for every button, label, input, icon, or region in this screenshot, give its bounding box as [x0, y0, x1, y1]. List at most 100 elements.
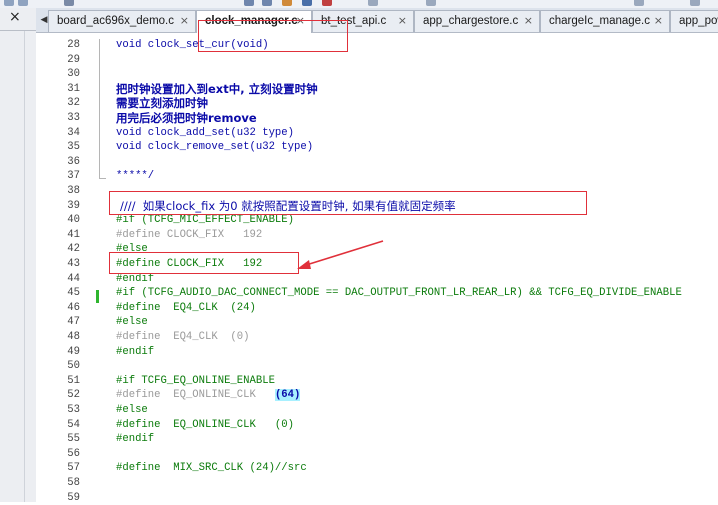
line-number: 37	[67, 170, 80, 183]
code-line[interactable]: 35 void clock_remove_set(u32 type)	[36, 140, 718, 155]
code-text-content: void clock_add_set(u32 type)	[116, 126, 295, 139]
code-text: #define EQ4_CLK (24)	[116, 301, 256, 316]
match-highlight: (64)	[274, 389, 301, 402]
code-text: #define MIX_SRC_CLK (24)//src	[116, 461, 307, 476]
line-number: 32	[67, 97, 80, 110]
code-line[interactable]: 37 *****/	[36, 169, 718, 184]
code-line[interactable]: 55 #endif	[36, 432, 718, 447]
tab-board-ac696x-demo[interactable]: board_ac696x_demo.c ×	[48, 10, 196, 32]
close-icon[interactable]: ×	[398, 11, 407, 31]
line-number: 47	[67, 316, 80, 329]
close-icon[interactable]: ×	[9, 10, 21, 24]
code-line[interactable]: 31 把时钟设置加入到ext中, 立刻设置时钟	[36, 82, 718, 97]
forward-icon[interactable]	[18, 0, 28, 6]
nav-forward-icon[interactable]	[262, 0, 272, 6]
tab-app-chargestore[interactable]: app_chargestore.c ×	[414, 10, 540, 32]
code-line[interactable]: 51 #if TCFG_EQ_ONLINE_ENABLE	[36, 374, 718, 389]
line-number: 52	[67, 389, 80, 402]
code-text-content: #define EQ_ONLINE_CLK	[116, 389, 275, 402]
annotation-box-clock-set-cur	[198, 20, 348, 52]
code-line[interactable]: 32 需要立刻添加时钟	[36, 96, 718, 111]
code-text: 需要立刻添加时钟	[116, 96, 208, 111]
line-number: 40	[67, 214, 80, 227]
close-icon[interactable]: ×	[654, 11, 663, 31]
save-icon[interactable]	[302, 0, 312, 6]
line-number: 39	[67, 199, 80, 212]
zoom-icon[interactable]	[634, 0, 644, 6]
code-line[interactable]: 34 void clock_add_set(u32 type)	[36, 126, 718, 141]
line-number: 36	[67, 155, 80, 168]
code-line[interactable]: 54 #define EQ_ONLINE_CLK (0)	[36, 418, 718, 433]
close-icon[interactable]: ×	[524, 11, 533, 31]
code-line[interactable]: 36	[36, 155, 718, 170]
code-line[interactable]: 48 #define EQ4_CLK (0)	[36, 330, 718, 345]
code-text: #define CLOCK_FIX 192	[116, 228, 262, 243]
code-line[interactable]: 30	[36, 67, 718, 82]
code-line[interactable]: 49 #endif	[36, 345, 718, 360]
code-text-content: #endif	[116, 272, 155, 285]
line-number: 35	[67, 141, 80, 154]
back-icon[interactable]	[4, 0, 14, 6]
code-editor[interactable]: 28 void clock_set_cur(void) 29 30 31 把时钟设置加入到…	[36, 20, 718, 505]
line-number: 29	[67, 53, 80, 66]
code-text-content: 需要立刻添加时钟	[116, 96, 208, 111]
code-line[interactable]: 59	[36, 491, 718, 505]
code-text: #define EQ_ONLINE_CLK (0)	[116, 418, 294, 433]
line-number: 57	[67, 462, 80, 475]
line-number: 34	[67, 126, 80, 139]
line-number: 45	[67, 287, 80, 300]
code-text-content: #define EQ_ONLINE_CLK (0)	[116, 418, 295, 431]
code-line[interactable]: 45 #if (TCFG_AUDIO_DAC_CONNECT_MODE == DA…	[36, 286, 718, 301]
code-text-content: #endif	[116, 433, 155, 446]
tab-label: app_chargestore.c	[423, 15, 519, 27]
code-line[interactable]: 50	[36, 359, 718, 374]
window-icon[interactable]	[426, 0, 436, 6]
code-text: #if (TCFG_MIC_EFFECT_ENABLE)	[116, 213, 294, 228]
code-line[interactable]: 40 #if (TCFG_MIC_EFFECT_ENABLE)	[36, 213, 718, 228]
code-line[interactable]: 58	[36, 476, 718, 491]
code-text-content: void clock_remove_set(u32 type)	[116, 141, 314, 154]
annotation-box-clock-fix-define	[109, 252, 299, 274]
refresh-icon[interactable]	[690, 0, 700, 6]
editor-tab-bar: ◀ board_ac696x_demo.c × clock_manager.c …	[36, 8, 718, 33]
code-text: #if (TCFG_AUDIO_DAC_CONNECT_MODE == DAC_…	[116, 286, 682, 301]
line-number: 33	[67, 112, 80, 124]
code-text-content: *****/	[116, 170, 155, 183]
code-text-content: #else	[116, 316, 148, 329]
code-line[interactable]: 53 #else	[36, 403, 718, 418]
code-text-content: #define CLOCK_FIX 192	[116, 228, 263, 241]
annotation-box-clock-fix-comment	[109, 191, 587, 215]
tab-label: app_pow	[679, 15, 718, 27]
tab-label: chargeIc_manage.c	[549, 15, 651, 27]
code-text-content: #define MIX_SRC_CLK (24)//src	[116, 462, 307, 475]
code-line[interactable]: 46 #define EQ4_CLK (24)	[36, 301, 718, 316]
code-text: #endif	[116, 432, 154, 447]
line-number: 51	[67, 374, 80, 387]
tab-chargeic-manage[interactable]: chargeIc_manage.c ×	[540, 10, 670, 32]
debug-icon[interactable]	[322, 0, 332, 6]
annotation-arrow	[297, 240, 384, 269]
code-text: #if TCFG_EQ_ONLINE_ENABLE	[116, 374, 275, 389]
tab-app-pow[interactable]: app_pow	[670, 10, 718, 32]
code-text: #else	[116, 315, 148, 330]
code-text: #define EQ_ONLINE_CLK (64)	[116, 388, 301, 403]
nav-back-icon[interactable]	[244, 0, 254, 6]
code-text-content: #define EQ4_CLK (0)	[116, 331, 250, 343]
cursor-icon[interactable]	[368, 0, 378, 6]
line-number: 41	[67, 228, 80, 241]
code-line[interactable]: 47 #else	[36, 315, 718, 330]
code-line[interactable]: 52 #define EQ_ONLINE_CLK (64)	[36, 388, 718, 403]
close-icon[interactable]: ×	[180, 11, 189, 31]
code-line[interactable]: 57 #define MIX_SRC_CLK (24)//src	[36, 461, 718, 476]
build-icon[interactable]	[282, 0, 292, 6]
code-line[interactable]: 29	[36, 53, 718, 68]
code-line[interactable]: 33 用完后必须把时钟remove	[36, 111, 718, 126]
code-text: #endif	[116, 345, 154, 360]
code-text-content: 把时钟设置加入到ext中, 立刻设置时钟	[116, 81, 318, 96]
panel-splitter[interactable]	[24, 31, 25, 502]
code-line[interactable]: 56	[36, 447, 718, 462]
code-line[interactable]: 28 void clock_set_cur(void)	[36, 38, 718, 53]
bookmark-icon[interactable]	[64, 0, 74, 6]
code-text-content: #endif	[116, 345, 155, 358]
line-number: 54	[67, 418, 80, 431]
